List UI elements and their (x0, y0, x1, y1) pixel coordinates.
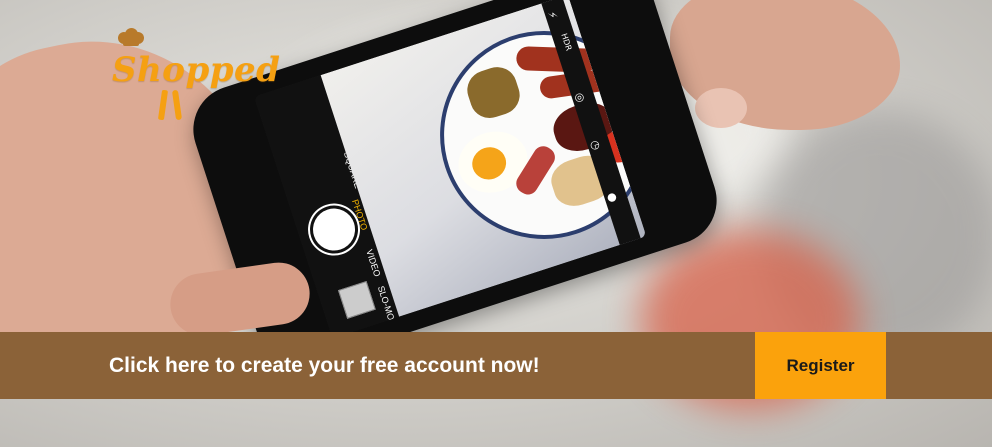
phone-screen: SQUARE PHOTO VIDEO SLO-MO (254, 0, 647, 339)
signup-banner: Click here to create your free account n… (0, 332, 992, 399)
spoon-icon (171, 89, 183, 121)
register-button[interactable]: Register (755, 332, 886, 399)
live-photo-icon: ◎ (572, 90, 588, 105)
filter-icon: ● (604, 190, 621, 204)
fork-icon (157, 89, 169, 121)
chef-hat-icon (118, 28, 144, 46)
flash-off-icon: ⚡ (544, 9, 560, 21)
thumbnail-nail (695, 88, 747, 128)
logo-wordmark: Shopped (112, 50, 281, 90)
signup-message[interactable]: Click here to create your free account n… (109, 332, 540, 399)
gallery-thumbnail (337, 281, 376, 319)
timer-icon: ◷ (587, 138, 604, 152)
breakfast-plate (413, 3, 647, 267)
hdr-label: HDR (559, 32, 574, 52)
brand-logo[interactable]: Shopped (112, 28, 280, 124)
mushrooms (462, 62, 525, 124)
